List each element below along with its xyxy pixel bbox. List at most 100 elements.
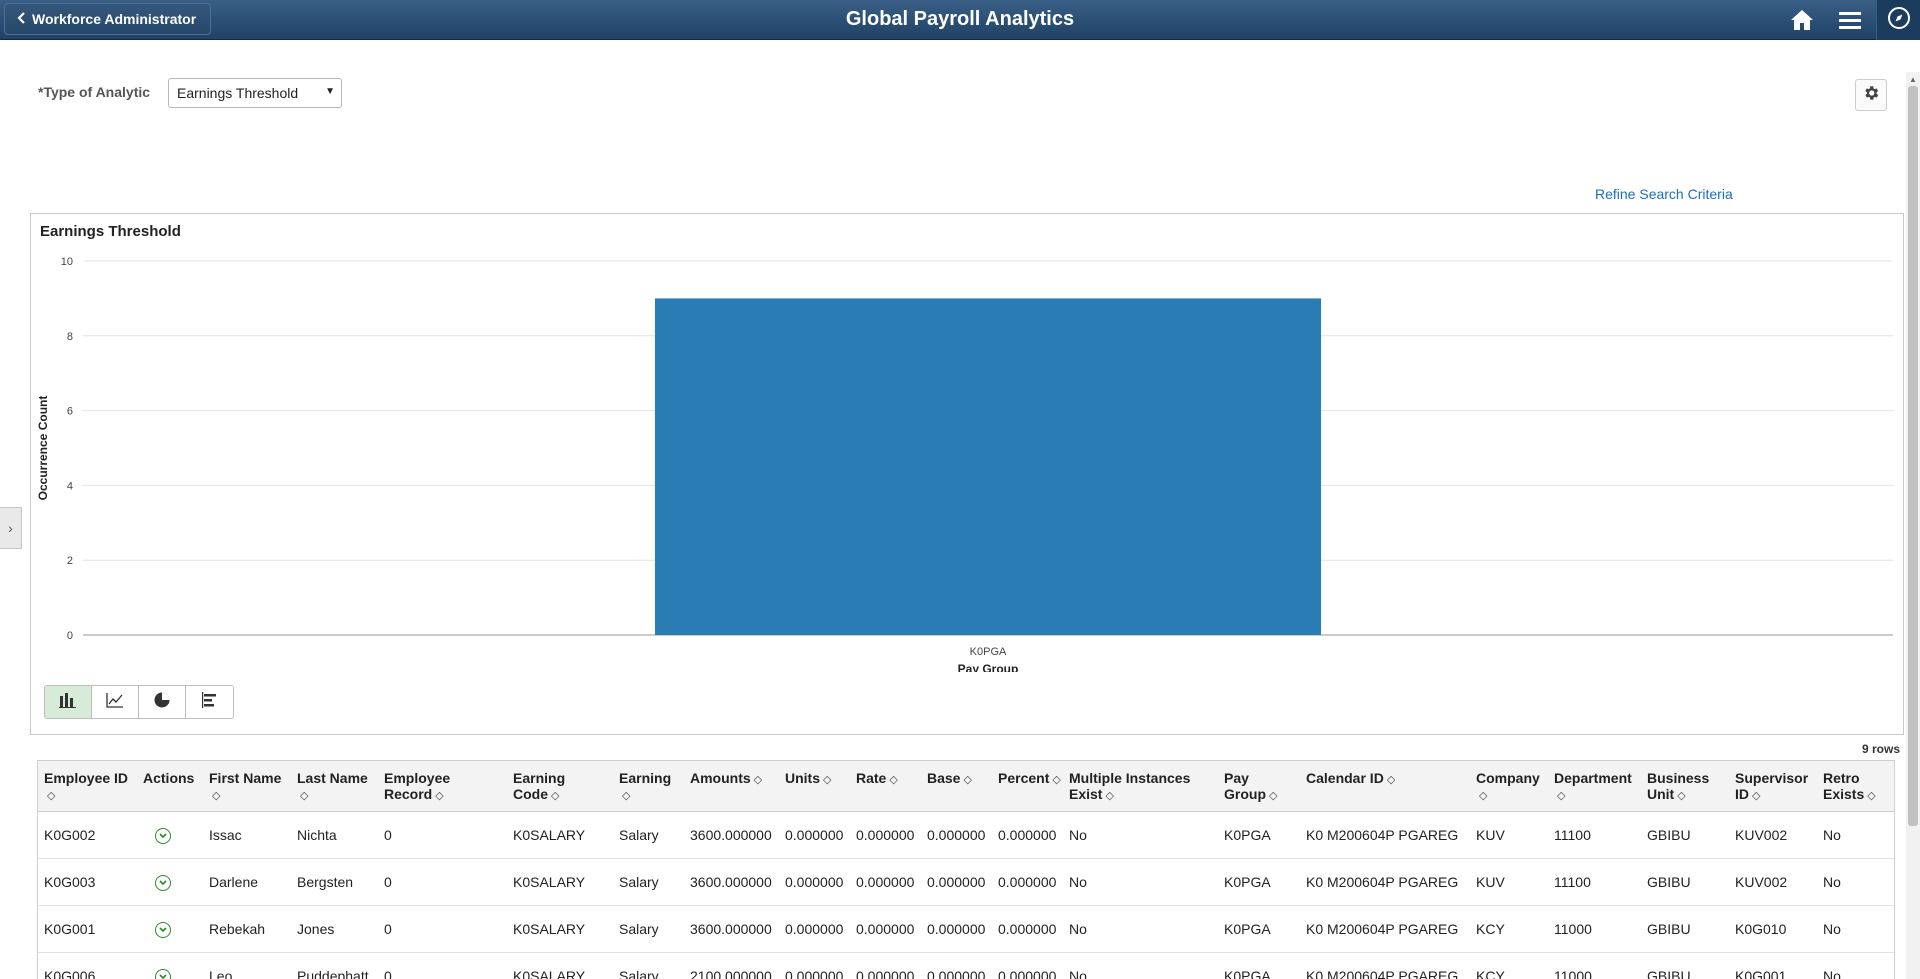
bar-chart-button[interactable]	[45, 686, 92, 718]
navbar-button[interactable]	[1876, 0, 1920, 40]
sort-icon[interactable]: ◇	[1387, 774, 1395, 786]
column-header-label: First Name	[209, 770, 282, 786]
table-cell: 0.000000	[921, 905, 992, 953]
column-header-label: Multiple Instances	[1069, 770, 1191, 786]
bar-chart-icon	[59, 692, 77, 713]
column-header[interactable]: Employee Record ◇	[378, 761, 507, 812]
navbar-compass-icon	[1887, 6, 1911, 35]
sort-icon[interactable]: ◇	[1105, 790, 1113, 802]
sort-icon[interactable]: ◇	[1479, 790, 1487, 802]
table-cell: GBIBU	[1641, 952, 1729, 979]
table-row[interactable]: K0G006 Leo Puddephatt 0 K0SALARY Salary 2100.0…	[38, 952, 1894, 979]
column-header[interactable]: First Name ◇	[203, 761, 291, 812]
sort-icon[interactable]: ◇	[435, 790, 443, 802]
column-header[interactable]: Amounts ◇	[684, 761, 779, 812]
column-header[interactable]: Units ◇	[779, 761, 850, 812]
sort-icon[interactable]: ◇	[963, 774, 971, 786]
column-header[interactable]: Company ◇	[1470, 761, 1548, 812]
table-cell: 0.000000	[992, 858, 1063, 906]
table-cell: No	[1063, 811, 1218, 859]
column-header[interactable]: Employee ID ◇	[38, 761, 137, 812]
column-header-label: Rate	[856, 770, 887, 786]
table-row[interactable]: K0G003 Darlene Bergsten 0 K0SALARY Salary 3600…	[38, 858, 1894, 906]
table-cell: K0 M200604P PGAREG	[1300, 811, 1470, 859]
column-header-label-line2: Exist	[1069, 786, 1103, 802]
sort-icon[interactable]: ◇	[889, 774, 897, 786]
table-cell: 11000	[1548, 905, 1641, 953]
line-chart-button[interactable]	[92, 686, 139, 718]
column-header[interactable]: Pay Group ◇	[1218, 761, 1300, 812]
column-header[interactable]: Department ◇	[1548, 761, 1641, 812]
sort-icon[interactable]: ◇	[1269, 790, 1277, 802]
sort-icon[interactable]: ◇	[823, 774, 831, 786]
actions-chevron-down-icon[interactable]	[155, 874, 171, 891]
settings-button[interactable]	[1855, 79, 1887, 111]
refine-search-criteria-link[interactable]: Refine Search Criteria	[1595, 186, 1733, 202]
column-header[interactable]: Rate ◇	[850, 761, 921, 812]
column-header[interactable]: Last Name ◇	[291, 761, 378, 812]
actions-chevron-down-icon[interactable]	[155, 921, 171, 938]
row-actions-cell	[137, 952, 203, 979]
table-cell: 0.000000	[921, 811, 992, 859]
column-header[interactable]: Calendar ID ◇	[1300, 761, 1470, 812]
column-header[interactable]: Multiple Instances Exist ◇	[1063, 761, 1218, 812]
column-header[interactable]: Earning Code ◇	[507, 761, 613, 812]
scroll-up-arrow-icon[interactable]: ▲	[1909, 75, 1917, 84]
menu-icon[interactable]	[1835, 6, 1865, 34]
column-header[interactable]: Percent ◇	[992, 761, 1063, 812]
results-grid: Employee ID ◇ Actions First Name ◇ Last Name ◇…	[37, 760, 1895, 979]
column-header[interactable]: Supervisor ID ◇	[1729, 761, 1817, 812]
sort-icon[interactable]: ◇	[622, 790, 630, 802]
table-cell: Darlene	[203, 858, 291, 906]
table-cell: 0.000000	[921, 952, 992, 979]
table-row[interactable]: K0G001 Rebekah Jones 0 K0SALARY Salary 3600.00…	[38, 905, 1894, 953]
sort-icon[interactable]: ◇	[551, 790, 559, 802]
horizontal-bar-chart-button[interactable]	[186, 686, 233, 718]
type-of-analytic-select[interactable]: Earnings Threshold ▼	[168, 78, 342, 108]
sort-icon[interactable]: ◇	[212, 790, 220, 802]
y-tick-label: 10	[61, 256, 73, 268]
column-header-label: Amounts	[690, 770, 751, 786]
table-cell: 0.000000	[992, 811, 1063, 859]
column-header-label-line2: Unit	[1647, 786, 1675, 802]
column-header-label: Department	[1554, 770, 1632, 786]
chart-title: Earnings Threshold	[40, 223, 181, 240]
actions-chevron-down-icon[interactable]	[155, 968, 171, 979]
table-row[interactable]: K0G002 Issac Nichta 0 K0SALARY Salary 3600.000…	[38, 811, 1894, 859]
bar-chart: 0 2 4 6 8 10 K0PGA Pay Group Occurrence Count	[36, 256, 1893, 672]
column-header[interactable]: Business Unit ◇	[1641, 761, 1729, 812]
back-button[interactable]: Workforce Administrator	[4, 3, 212, 35]
table-cell: Salary	[613, 858, 684, 906]
sort-icon[interactable]: ◇	[1677, 790, 1685, 802]
sort-icon[interactable]: ◇	[47, 790, 55, 802]
horizontal-bar-chart-icon	[201, 691, 219, 713]
sort-icon[interactable]: ◇	[1052, 774, 1060, 786]
actions-chevron-down-icon[interactable]	[155, 827, 171, 844]
pie-chart-button[interactable]	[139, 686, 186, 718]
home-icon[interactable]	[1787, 6, 1817, 34]
table-cell: K0 M200604P PGAREG	[1300, 952, 1470, 979]
sort-icon[interactable]: ◇	[1867, 790, 1875, 802]
column-header[interactable]: Earning ◇	[613, 761, 684, 812]
sort-icon[interactable]: ◇	[300, 790, 308, 802]
sort-icon[interactable]: ◇	[1557, 790, 1565, 802]
table-cell: 0.000000	[850, 811, 921, 859]
scrollbar-thumb[interactable]	[1908, 86, 1918, 826]
table-cell: KUV002	[1729, 811, 1817, 859]
column-header[interactable]: Base ◇	[921, 761, 992, 812]
table-cell: K0PGA	[1218, 858, 1300, 906]
column-header[interactable]: Actions	[137, 761, 203, 812]
y-tick-label: 4	[67, 480, 73, 492]
table-cell: No	[1063, 858, 1218, 906]
table-cell: K0PGA	[1218, 811, 1300, 859]
sort-icon[interactable]: ◇	[1752, 790, 1760, 802]
side-panel-toggle[interactable]: ›	[0, 507, 22, 549]
grid-header-row: Employee ID ◇ Actions First Name ◇ Last Name ◇…	[38, 761, 1894, 812]
page-scrollbar[interactable]: ▲	[1906, 72, 1920, 979]
column-header-label: Retro	[1823, 770, 1860, 786]
sort-icon[interactable]: ◇	[754, 774, 762, 786]
table-cell: No	[1817, 905, 1894, 953]
column-header-label: Units	[785, 770, 820, 786]
column-header-label-line2: ID	[1735, 786, 1749, 802]
column-header[interactable]: Retro Exists ◇	[1817, 761, 1894, 812]
